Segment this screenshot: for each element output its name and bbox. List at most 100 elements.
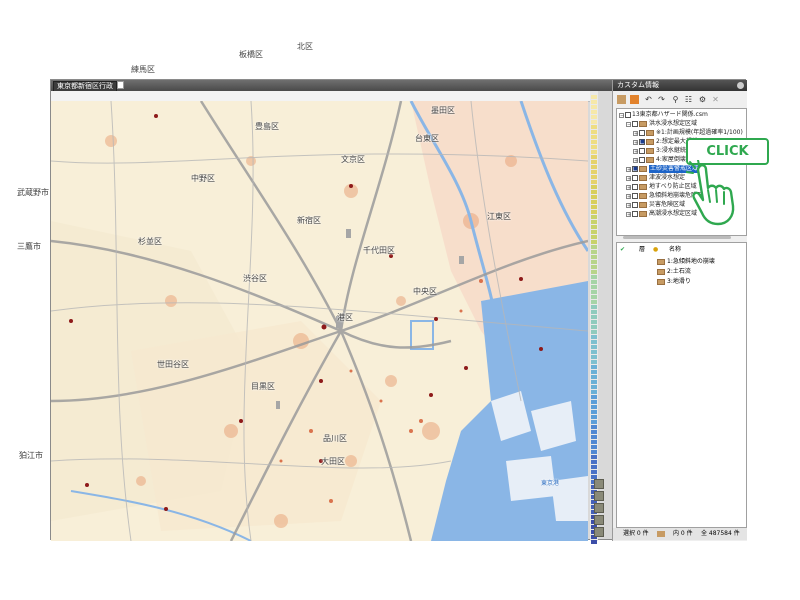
map-label-shinagawa: 品川区 xyxy=(323,434,347,443)
legend-cell xyxy=(591,405,597,409)
tree-scrollbar[interactable] xyxy=(623,236,731,239)
map-label-shibuya: 渋谷区 xyxy=(243,274,267,283)
legend-cell xyxy=(591,170,597,174)
tree-item[interactable]: + 災害危険区域 xyxy=(626,201,685,209)
legend-cell xyxy=(591,350,597,354)
tree-checkbox[interactable] xyxy=(639,148,645,154)
legend-cell xyxy=(591,425,597,429)
tree-checkbox[interactable] xyxy=(639,157,645,163)
collapse-icon[interactable]: − xyxy=(626,121,631,127)
legend-cell xyxy=(591,390,597,394)
close-icon[interactable] xyxy=(737,82,744,89)
overview-button-2[interactable] xyxy=(594,491,604,501)
legend-cell xyxy=(591,420,597,424)
tree-checkbox[interactable] xyxy=(632,184,638,190)
tree-checkbox[interactable] xyxy=(632,202,638,208)
document-icon[interactable] xyxy=(117,81,124,89)
legend-cell xyxy=(591,215,597,219)
tree-item[interactable]: + ※1:計画規模(年超過確率1/100) xyxy=(633,129,743,137)
legend-cell xyxy=(591,470,597,474)
tree-root[interactable]: −13東京都ハザード関係.csm xyxy=(619,111,708,119)
redo-icon[interactable]: ↷ xyxy=(657,95,666,104)
search-icon[interactable]: ⚲ xyxy=(671,95,680,104)
legend-cell xyxy=(591,395,597,399)
overview-button-1[interactable] xyxy=(594,479,604,489)
legend-cell xyxy=(591,180,597,184)
expand-icon[interactable]: + xyxy=(626,184,631,190)
tree-icon[interactable]: ☷ xyxy=(684,95,693,104)
legend-cell xyxy=(591,380,597,384)
tree-item[interactable]: − 洪水浸水想定区域 xyxy=(626,120,697,128)
expand-icon[interactable]: + xyxy=(633,139,638,145)
application-window: 東京都新宿区行政 練馬区 板橋区 北区 豊島区 文京区 台東区 中野区 新宿区 … xyxy=(17,42,747,544)
tree-item[interactable]: + 津波浸水想定 xyxy=(626,174,685,182)
legend-cell xyxy=(591,135,597,139)
tree-checkbox[interactable]: ■ xyxy=(632,166,638,172)
legend-cell xyxy=(591,385,597,389)
legend-cell xyxy=(591,110,597,114)
legend-cell xyxy=(591,300,597,304)
expand-icon[interactable]: + xyxy=(626,193,631,199)
expand-icon[interactable]: + xyxy=(626,211,631,217)
map-canvas[interactable] xyxy=(51,101,588,541)
overview-button-3[interactable] xyxy=(594,503,604,513)
undo-icon[interactable]: ↶ xyxy=(644,95,653,104)
legend-cell xyxy=(591,205,597,209)
expand-icon[interactable]: + xyxy=(626,175,631,181)
layers-icon[interactable] xyxy=(630,95,639,104)
folder-icon xyxy=(646,130,654,136)
folder-icon[interactable] xyxy=(617,95,626,104)
status-selected: 選択 0 件 xyxy=(623,530,649,537)
legend-cell xyxy=(591,320,597,324)
map-label-chuo: 中央区 xyxy=(413,287,437,296)
tree-checkbox[interactable] xyxy=(639,130,645,136)
legend-cell xyxy=(591,265,597,269)
status-total: 全 487584 件 xyxy=(701,530,740,537)
map-label-suginami: 杉並区 xyxy=(138,237,162,246)
legend-cell xyxy=(591,100,597,104)
list-item[interactable]: 3:地滑り xyxy=(657,277,691,286)
expand-icon[interactable]: + xyxy=(626,202,631,208)
legend-cell xyxy=(591,125,597,129)
overview-button-4[interactable] xyxy=(594,515,604,525)
legend-cell xyxy=(591,295,597,299)
tree-checkbox[interactable] xyxy=(625,112,631,118)
col-name: 名称 xyxy=(669,246,682,253)
folder-icon xyxy=(657,531,665,537)
legend-cell xyxy=(591,95,597,99)
expand-icon[interactable]: + xyxy=(626,166,631,172)
legend-cell xyxy=(591,325,597,329)
map-view[interactable] xyxy=(51,101,588,541)
legend-cell xyxy=(591,465,597,469)
legend-cell xyxy=(591,165,597,169)
legend-cell xyxy=(591,160,597,164)
settings-icon[interactable]: ⚙ xyxy=(698,95,707,104)
legend-cell xyxy=(591,275,597,279)
tree-checkbox[interactable] xyxy=(632,211,638,217)
expand-icon[interactable]: + xyxy=(633,157,638,163)
tree-checkbox[interactable] xyxy=(632,193,638,199)
tree-checkbox[interactable]: ■ xyxy=(639,139,645,145)
panel-toolbar: ↶ ↷ ⚲ ☷ ⚙ ✕ xyxy=(613,93,747,107)
legend-cell xyxy=(591,370,597,374)
tree-checkbox[interactable] xyxy=(632,121,638,127)
map-label-sumida: 墨田区 xyxy=(431,106,455,115)
folder-icon xyxy=(646,139,654,145)
attribute-header: ✔ 層 ● 名称 xyxy=(617,246,746,254)
expand-icon[interactable]: + xyxy=(633,130,638,136)
map-label-nerima: 練馬区 xyxy=(131,65,155,74)
grid-icon[interactable]: ✕ xyxy=(711,95,720,104)
map-label-taito: 台東区 xyxy=(415,134,439,143)
legend-cell xyxy=(591,375,597,379)
list-item[interactable]: 2:土石流 xyxy=(657,267,691,276)
map-label-komae: 狛江市 xyxy=(19,451,43,460)
map-label-mitaka: 三鷹市 xyxy=(17,242,41,251)
collapse-icon[interactable]: − xyxy=(619,112,624,118)
overview-button-5[interactable] xyxy=(594,527,604,537)
tree-checkbox[interactable] xyxy=(632,175,638,181)
col-layer: 層 xyxy=(639,246,646,253)
expand-icon[interactable]: + xyxy=(633,148,638,154)
map-label-tokyoko: 東京港 xyxy=(541,480,560,487)
list-item[interactable]: 1:急傾斜地の崩壊 xyxy=(657,257,715,266)
legend-cell xyxy=(591,130,597,134)
